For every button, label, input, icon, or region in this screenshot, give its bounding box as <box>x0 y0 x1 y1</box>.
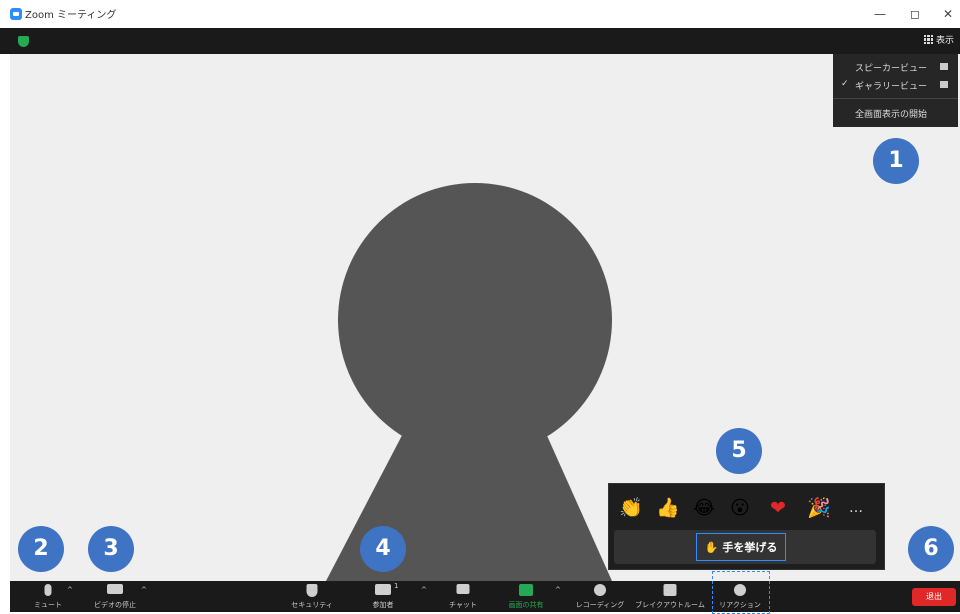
participants-icon <box>375 584 391 595</box>
menu-item-label: ギャラリービュー <box>855 82 928 92</box>
callout-badge-2: 2 <box>18 526 64 572</box>
menu-item-label: スピーカービュー <box>855 64 928 74</box>
security-label: セキュリティ <box>291 601 333 609</box>
stop-video-label: ビデオの停止 <box>94 601 136 609</box>
share-screen-button[interactable]: 画面の共有 <box>494 581 558 612</box>
mute-label: ミュート <box>34 601 62 609</box>
callout-badge-3: 3 <box>88 526 134 572</box>
callout-badge-1: 1 <box>873 138 919 184</box>
shield-icon <box>306 584 318 597</box>
participants-button[interactable]: 1 参加者 <box>358 581 408 612</box>
gallery-view-icon <box>940 81 948 88</box>
speaker-view-icon <box>940 63 948 70</box>
share-screen-label: 画面の共有 <box>508 601 544 609</box>
menu-divider <box>833 98 958 99</box>
clap-reaction-icon[interactable]: 👏 <box>619 496 643 520</box>
share-screen-icon <box>519 584 533 596</box>
menu-item-gallery-view[interactable]: ✓ ギャラリービュー <box>833 76 958 94</box>
meeting-toolbar: ミュート ^ ビデオの停止 ^ セキュリティ 1 参加者 ^ チャット 画面の共… <box>10 581 960 612</box>
video-options-chevron-icon[interactable]: ^ <box>141 586 147 594</box>
chat-label: チャット <box>449 601 477 609</box>
participants-label: 参加者 <box>372 601 394 609</box>
reactions-focus-outline <box>712 571 770 614</box>
leave-meeting-button[interactable]: 退出 <box>912 588 956 606</box>
menu-item-label: 全画面表示の開始 <box>855 110 928 120</box>
callout-badge-4: 4 <box>360 526 406 572</box>
record-label: レコーディング <box>575 601 625 609</box>
share-options-chevron-icon[interactable]: ^ <box>555 586 561 594</box>
heart-reaction-icon[interactable]: ❤ <box>770 496 786 520</box>
raise-hand-label: 手を挙げる <box>722 541 778 554</box>
record-button[interactable]: レコーディング <box>568 581 632 612</box>
laugh-reaction-icon[interactable]: 😂 <box>693 496 715 520</box>
callout-badge-6: 6 <box>908 526 954 572</box>
breakout-rooms-label: ブレイクアウトルーム <box>635 601 705 609</box>
reactions-panel: 👏 👍 😂 😮 ❤ 🎉 … ✋ 手を挙げる <box>608 483 885 570</box>
chat-bubble-icon <box>456 584 470 594</box>
check-icon: ✓ <box>841 79 849 89</box>
microphone-icon <box>44 584 52 596</box>
stop-video-button[interactable]: ビデオの停止 <box>80 581 150 612</box>
record-icon <box>594 584 606 596</box>
view-menu: スピーカービュー ✓ ギャラリービュー 全画面表示の開始 <box>833 54 958 127</box>
thumbs-up-reaction-icon[interactable]: 👍 <box>656 496 680 520</box>
menu-item-fullscreen[interactable]: 全画面表示の開始 <box>833 104 958 122</box>
breakout-rooms-button[interactable]: ブレイクアウトルーム <box>632 581 708 612</box>
audio-options-chevron-icon[interactable]: ^ <box>67 586 73 594</box>
chat-button[interactable]: チャット <box>438 581 488 612</box>
breakout-rooms-icon <box>663 584 677 596</box>
raise-hand-icon: ✋ <box>704 540 719 554</box>
menu-item-speaker-view[interactable]: スピーカービュー <box>833 58 958 76</box>
more-reactions-icon[interactable]: … <box>849 496 863 520</box>
party-reaction-icon[interactable]: 🎉 <box>807 496 831 520</box>
raise-hand-focus: ✋ 手を挙げる <box>696 533 786 561</box>
surprised-reaction-icon[interactable]: 😮 <box>730 496 750 520</box>
participants-count: 1 <box>394 582 399 590</box>
participants-options-chevron-icon[interactable]: ^ <box>421 586 427 594</box>
security-button[interactable]: セキュリティ <box>282 581 342 612</box>
video-camera-icon <box>107 584 123 594</box>
callout-badge-5: 5 <box>716 428 762 474</box>
raise-hand-button[interactable]: ✋ 手を挙げる <box>614 530 876 564</box>
